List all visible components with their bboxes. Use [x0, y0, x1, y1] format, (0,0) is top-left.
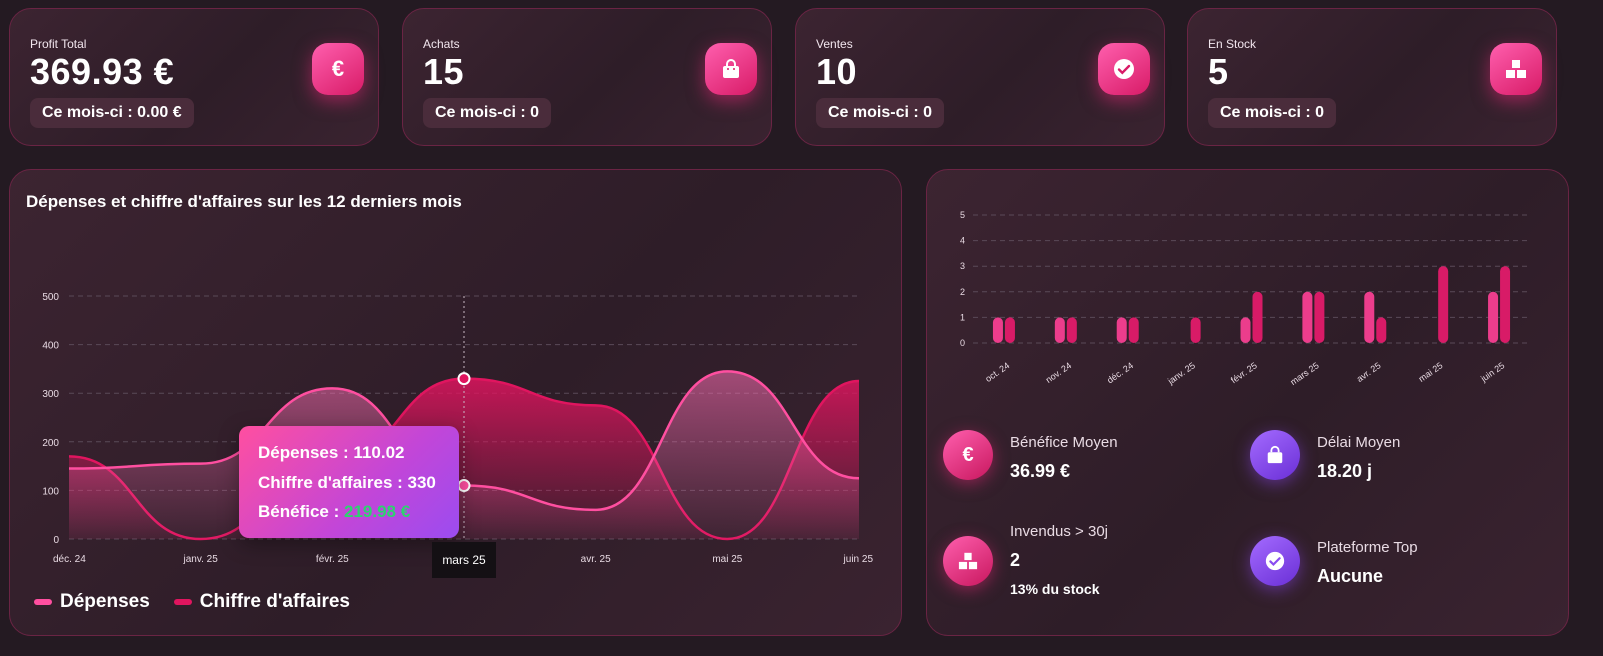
legend-item-ca[interactable]: Chiffre d'affaires — [173, 591, 350, 613]
y-tick-label: 300 — [42, 389, 59, 400]
bar[interactable] — [1500, 266, 1511, 343]
bar[interactable] — [992, 317, 1003, 343]
x-tick-label: janv. 25 — [183, 554, 219, 565]
main-chart-card: Dépenses et chiffre d'affaires sur les 1… — [9, 169, 902, 636]
bar[interactable] — [1252, 291, 1263, 343]
metric-invendus-label: Invendus > 30j — [1010, 523, 1108, 540]
chart-tooltip: Dépenses : 110.02 Chiffre d'affaires : 3… — [239, 426, 459, 538]
y-tick-label: 5 — [960, 210, 965, 220]
y-tick-label: 1 — [960, 312, 965, 322]
stat-month-badge: Ce mois-ci : 0 — [1208, 98, 1337, 128]
bar[interactable] — [1364, 291, 1375, 343]
x-tick-label: janv. 25 — [1165, 360, 1197, 386]
bar[interactable] — [1054, 317, 1065, 343]
euro-icon: € — [943, 430, 993, 480]
x-tick-label: mars 25 — [1288, 360, 1320, 387]
stat-value: 369.93 € — [30, 51, 175, 92]
metric-invendus-value: 2 — [1010, 550, 1021, 570]
y-tick-label: 0 — [960, 338, 965, 348]
x-tick-label: avr. 25 — [1355, 360, 1383, 384]
hover-x-label: mars 25 — [432, 542, 496, 578]
metric-plateforme-value: Aucune — [1317, 566, 1384, 586]
metric-benefice-label: Bénéfice Moyen — [1010, 434, 1118, 451]
stat-label: En Stock — [1208, 37, 1257, 51]
metric-benefice-value: 36.99 € — [1010, 461, 1071, 481]
side-card: 0 1 2 3 4 5 oct. 24 nov. 24 déc. 24 janv. 25 févr… — [926, 169, 1569, 636]
metric-invendus-sub: 13% du stock — [1010, 581, 1100, 597]
y-tick-label: 0 — [53, 535, 59, 546]
bar[interactable] — [1376, 317, 1387, 343]
stat-card-achats: Achats 15 Ce mois-ci : 0 — [402, 8, 772, 146]
boxes-icon — [1490, 43, 1542, 95]
bar[interactable] — [1488, 291, 1499, 343]
chart-legend: Dépenses Chiffre d'affaires — [34, 591, 350, 613]
bar[interactable] — [1314, 291, 1325, 343]
x-tick-label: mai 25 — [1417, 360, 1445, 384]
y-tick-label: 500 — [42, 292, 59, 303]
check-circle-icon — [1250, 536, 1300, 586]
bar[interactable] — [1004, 317, 1015, 343]
y-tick-label: 4 — [960, 236, 965, 246]
tooltip-depenses: Dépenses : 110.02 — [258, 443, 405, 462]
shopping-bag-icon — [705, 43, 757, 95]
y-tick-label: 3 — [960, 261, 965, 271]
metric-plateforme-label: Plateforme Top — [1317, 539, 1418, 556]
stat-card-stock: En Stock 5 Ce mois-ci : 0 — [1187, 8, 1557, 146]
metric-delai-value: 18.20 j — [1317, 461, 1373, 481]
bar[interactable] — [1302, 291, 1313, 343]
x-tick-label: févr. 25 — [316, 554, 349, 565]
monthly-bar-chart[interactable]: 0 1 2 3 4 5 oct. 24 nov. 24 déc. 24 janv. 25 févr… — [927, 170, 1570, 390]
point-depenses[interactable] — [457, 479, 471, 493]
stat-value: 15 — [423, 51, 465, 92]
legend-item-depenses[interactable]: Dépenses — [34, 591, 150, 613]
stat-card-ventes: Ventes 10 Ce mois-ci : 0 — [795, 8, 1165, 146]
x-tick-label: déc. 24 — [1105, 360, 1135, 385]
stat-value: 10 — [816, 51, 858, 92]
check-circle-icon — [1098, 43, 1150, 95]
stat-month-badge: Ce mois-ci : 0 — [423, 98, 552, 128]
tooltip-ca: Chiffre d'affaires : 330 — [258, 473, 436, 492]
y-tick-label: 100 — [42, 486, 59, 497]
stat-value: 5 — [1208, 51, 1229, 92]
x-tick-label: juin 25 — [843, 554, 874, 565]
point-chiffre-affaires[interactable] — [457, 372, 471, 386]
bar[interactable] — [1128, 317, 1139, 343]
x-tick-label: mai 25 — [712, 554, 742, 565]
x-tick-label: juin 25 — [1478, 360, 1506, 384]
stat-card-profit: Profit Total 369.93 € Ce mois-ci : 0.00 … — [9, 8, 379, 146]
stat-month-badge: Ce mois-ci : 0 — [816, 98, 945, 128]
tooltip-benefice-label: Bénéfice : — [258, 502, 344, 521]
shopping-bag-icon — [1250, 430, 1300, 480]
bar[interactable] — [1438, 266, 1449, 343]
metric-delai-label: Délai Moyen — [1317, 434, 1401, 451]
bar[interactable] — [1116, 317, 1127, 343]
tooltip-benefice-value: 219.98 € — [343, 502, 411, 521]
stat-label: Profit Total — [30, 37, 87, 51]
bar[interactable] — [1190, 317, 1201, 343]
stat-month-badge: Ce mois-ci : 0.00 € — [30, 98, 194, 128]
x-tick-label: oct. 24 — [983, 360, 1011, 384]
bar[interactable] — [1240, 317, 1251, 343]
x-tick-label: déc. 24 — [53, 554, 86, 565]
stat-label: Ventes — [816, 37, 853, 51]
bar[interactable] — [1066, 317, 1077, 343]
y-tick-label: 400 — [42, 341, 59, 352]
stat-label: Achats — [423, 37, 460, 51]
euro-icon: € — [312, 43, 364, 95]
x-tick-label: févr. 25 — [1229, 360, 1259, 385]
boxes-icon — [943, 536, 993, 586]
y-tick-label: 200 — [42, 438, 59, 449]
x-tick-label: avr. 25 — [581, 554, 611, 565]
y-tick-label: 2 — [960, 287, 965, 297]
x-tick-label: nov. 24 — [1044, 360, 1073, 385]
